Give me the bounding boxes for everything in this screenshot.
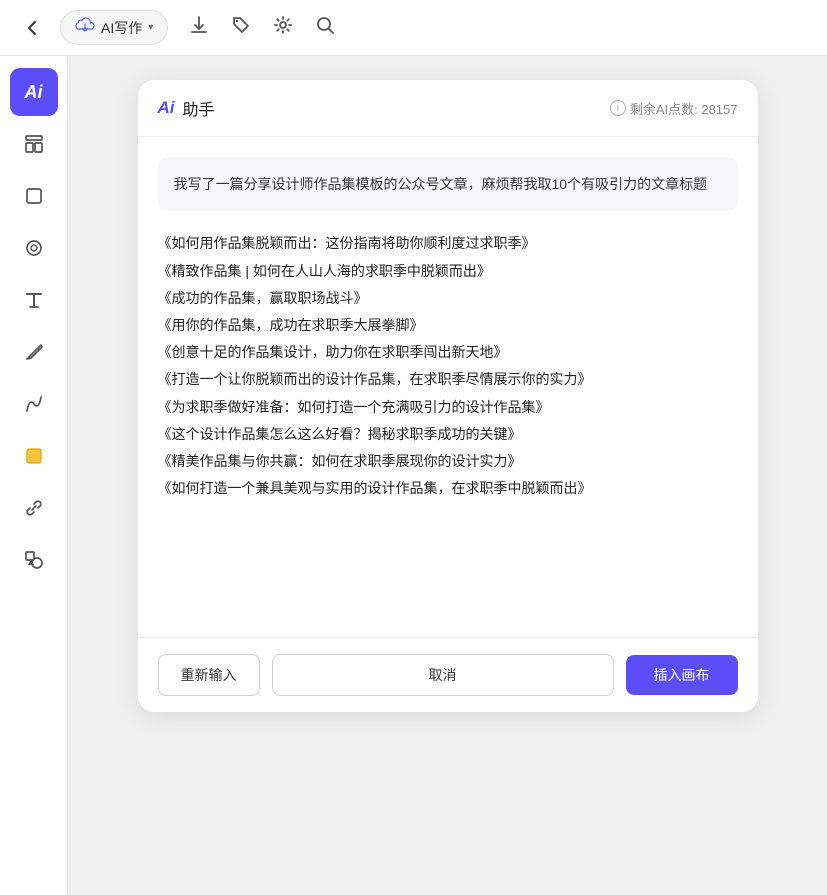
result-item: 《创意十足的作品集设计，助力你在求职季闯出新天地》: [158, 340, 738, 365]
panel-ai-icon: Ai: [158, 98, 175, 118]
result-item: 《成功的作品集，赢取职场战斗》: [158, 286, 738, 311]
left-sidebar: Ai: [0, 56, 68, 895]
sidebar-item-note[interactable]: [10, 432, 58, 480]
sidebar-item-component[interactable]: [10, 224, 58, 272]
sidebar-item-frame[interactable]: [10, 172, 58, 220]
ai-results: 《如何用作品集脱颖而出：这份指南将助你顺利度过求职季》《精致作品集 | 如何在人…: [158, 231, 738, 501]
ai-assistant-panel: Ai 助手 i 剩余AI点数: 28157 我写了一篇分享设计师作品集模板的公众…: [138, 80, 758, 712]
toolbar-icons: [188, 14, 336, 41]
sidebar-item-link[interactable]: [10, 484, 58, 532]
download-icon[interactable]: [188, 14, 210, 41]
main-area: Ai: [0, 56, 827, 895]
panel-title-text: 助手: [183, 96, 215, 120]
settings-icon[interactable]: [272, 14, 294, 41]
reinput-button[interactable]: 重新输入: [158, 654, 260, 696]
result-item: 《精美作品集与你共赢：如何在求职季展现你的设计实力》: [158, 449, 738, 474]
sidebar-item-ai[interactable]: Ai: [10, 68, 58, 116]
ai-writing-label: AI写作: [101, 18, 142, 38]
insert-canvas-button[interactable]: 插入画布: [626, 655, 738, 695]
result-item: 《打造一个让你脱颖而出的设计作品集，在求职季尽情展示你的实力》: [158, 367, 738, 392]
result-item: 《用你的作品集，成功在求职季大展拳脚》: [158, 313, 738, 338]
result-item: 《这个设计作品集怎么这么好看？揭秘求职季成功的关键》: [158, 422, 738, 447]
sidebar-item-shapes[interactable]: [10, 536, 58, 584]
result-item: 《如何用作品集脱颖而出：这份指南将助你顺利度过求职季》: [158, 231, 738, 256]
sidebar-item-layout[interactable]: [10, 120, 58, 168]
panel-title: Ai 助手: [158, 96, 215, 120]
ai-icon: Ai: [25, 82, 43, 103]
panel-area: Ai 助手 i 剩余AI点数: 28157 我写了一篇分享设计师作品集模板的公众…: [68, 56, 827, 895]
chevron-down-icon: ▾: [148, 22, 153, 33]
result-item: 《为求职季做好准备：如何打造一个充满吸引力的设计作品集》: [158, 395, 738, 420]
panel-header: Ai 助手 i 剩余AI点数: 28157: [138, 80, 758, 137]
panel-content: 我写了一篇分享设计师作品集模板的公众号文章，麻烦帮我取10个有吸引力的文章标题 …: [138, 137, 758, 637]
sidebar-item-curve[interactable]: [10, 380, 58, 428]
ai-cloud-icon: [75, 17, 95, 38]
top-toolbar: AI写作 ▾: [0, 0, 827, 56]
ai-writing-button[interactable]: AI写作 ▾: [60, 10, 168, 45]
points-label: 剩余AI点数: 28157: [630, 99, 738, 118]
cancel-button[interactable]: 取消: [272, 654, 614, 696]
result-item: 《如何打造一个兼具美观与实用的设计作品集，在求职季中脱颖而出》: [158, 476, 738, 501]
sidebar-item-pen[interactable]: [10, 328, 58, 376]
search-icon[interactable]: [314, 14, 336, 41]
info-icon[interactable]: i: [610, 100, 626, 116]
sidebar-item-text[interactable]: [10, 276, 58, 324]
result-item: 《精致作品集 | 如何在人山人海的求职季中脱颖而出》: [158, 259, 738, 284]
back-button[interactable]: [16, 12, 48, 44]
panel-footer: 重新输入 取消 插入画布: [138, 637, 758, 712]
tag-icon[interactable]: [230, 14, 252, 41]
ai-points-display: i 剩余AI点数: 28157: [610, 99, 738, 118]
prompt-text: 我写了一篇分享设计师作品集模板的公众号文章，麻烦帮我取10个有吸引力的文章标题: [174, 173, 722, 195]
prompt-box: 我写了一篇分享设计师作品集模板的公众号文章，麻烦帮我取10个有吸引力的文章标题: [158, 157, 738, 211]
